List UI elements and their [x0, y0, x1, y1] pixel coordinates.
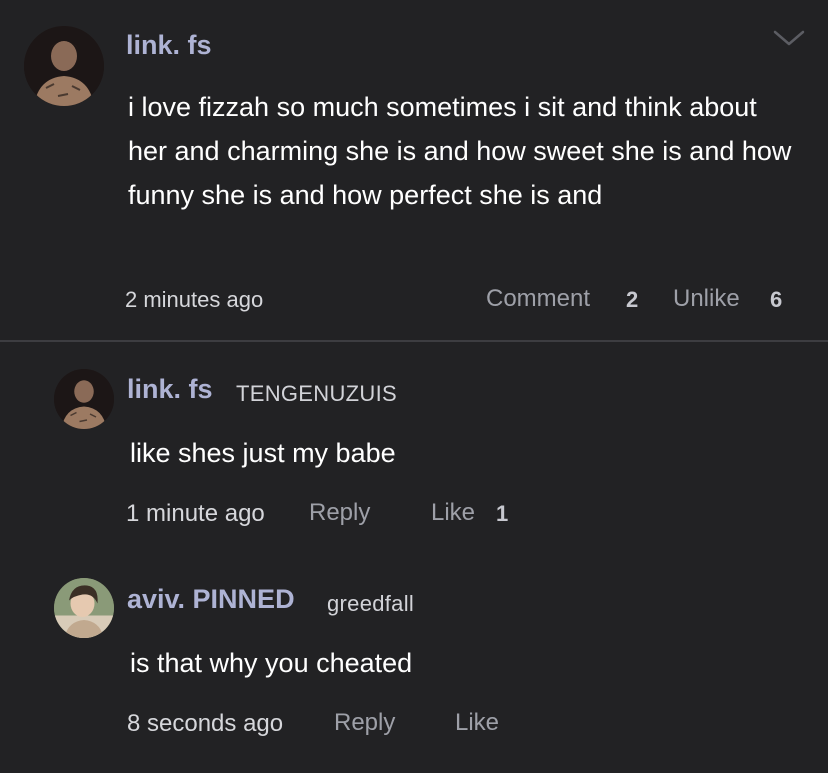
- unlike-button[interactable]: Unlike: [673, 285, 740, 313]
- comment-text: i love fizzah so much sometimes i sit an…: [128, 92, 792, 210]
- comment-count: 2: [626, 287, 639, 312]
- chevron-down-icon[interactable]: [772, 28, 806, 48]
- like-count: 6: [770, 287, 783, 312]
- reply-username[interactable]: aviv. PINNED: [127, 584, 295, 615]
- avatar[interactable]: [54, 578, 114, 638]
- reply-timestamp: 8 seconds ago: [127, 710, 284, 737]
- like-button[interactable]: Like: [431, 499, 475, 527]
- divider: [0, 340, 828, 342]
- reply-tag: greedfall: [327, 591, 415, 616]
- profile-photo-icon: [54, 369, 114, 429]
- comment-timestamp: 2 minutes ago: [125, 287, 264, 312]
- reply-button[interactable]: Reply: [309, 499, 370, 527]
- reply-text: like shes just my babe: [130, 438, 396, 468]
- like-button[interactable]: Like: [455, 709, 499, 737]
- comment-button[interactable]: Comment: [486, 285, 590, 313]
- reply-username[interactable]: link. fs: [127, 374, 213, 405]
- reply-tag: TENGENUZUIS: [236, 381, 397, 406]
- profile-photo-icon: [54, 578, 114, 638]
- profile-photo-icon: [24, 26, 104, 106]
- avatar[interactable]: [54, 369, 114, 429]
- reply-button[interactable]: Reply: [334, 709, 395, 737]
- reply-text: is that why you cheated: [130, 648, 413, 678]
- avatar[interactable]: [24, 26, 104, 106]
- reply-like-count: 1: [496, 501, 509, 526]
- reply-timestamp: 1 minute ago: [126, 500, 265, 527]
- comment-username[interactable]: link. fs: [126, 30, 212, 61]
